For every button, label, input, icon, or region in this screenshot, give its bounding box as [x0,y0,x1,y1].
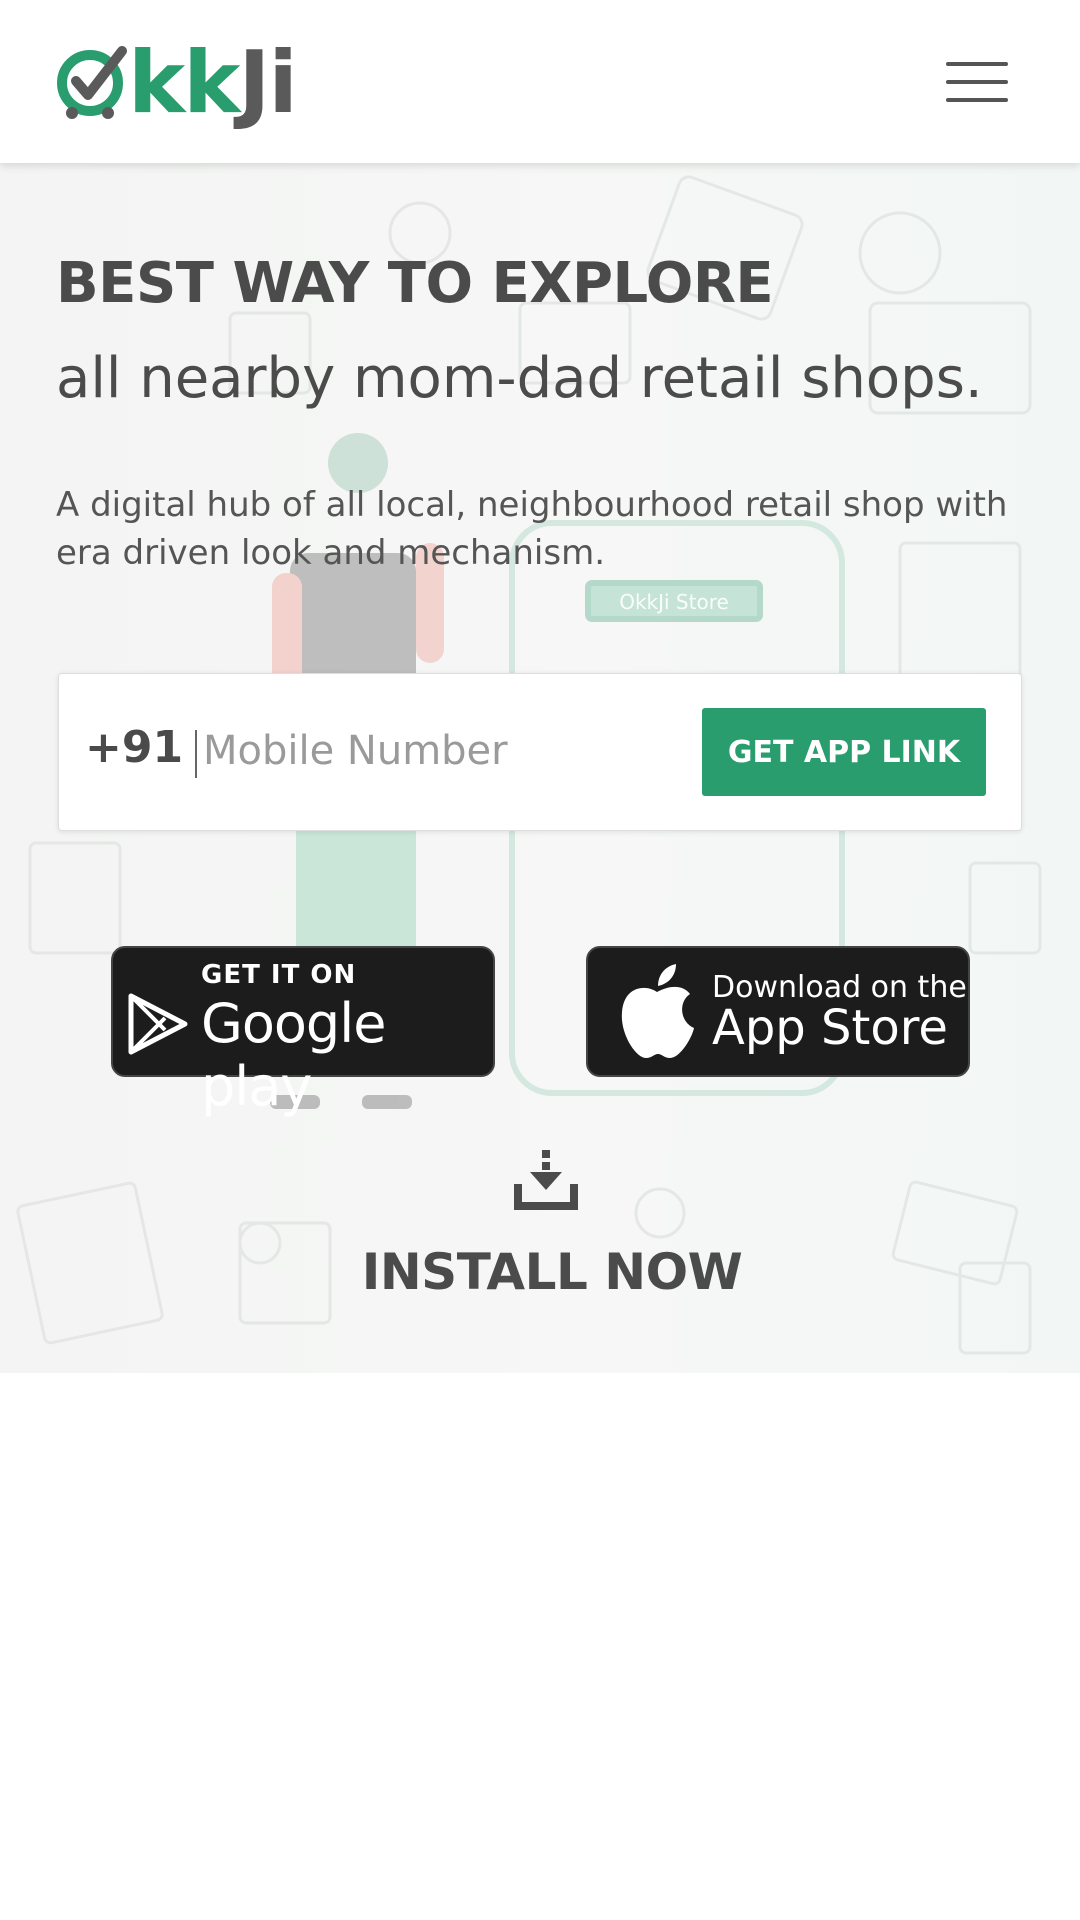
google-badge-small-text: GET IT ON [201,960,357,990]
download-icon[interactable] [514,1150,578,1214]
mobile-number-input[interactable] [203,716,703,786]
menu-line [946,62,1008,66]
google-badge-big-text: Google play [201,992,386,1118]
hero-headline: BEST WAY TO EXPLORE [56,251,774,316]
logo-check-icon [57,46,127,119]
hamburger-menu-icon[interactable] [944,58,1010,106]
get-app-link-button[interactable]: GET APP LINK [702,708,986,796]
install-now-label[interactable]: INSTALL NOW [0,1243,1080,1301]
site-header: kk Ji [0,0,1080,163]
logo-text-ji: Ji [238,33,298,133]
store-sign-text: OkkJi Store [619,590,729,614]
menu-line [946,80,1008,84]
app-store-badge[interactable]: Download on the App Store [586,946,970,1077]
apple-icon [614,962,700,1066]
google-play-badge[interactable]: GET IT ON Google play [111,946,495,1118]
apple-badge-big-text: App Store [712,1000,948,1056]
hero-description: A digital hub of all local, neighbourhoo… [56,485,1008,573]
country-code: +91 [85,722,184,773]
okkji-logo[interactable]: kk Ji [56,33,298,133]
menu-line [946,98,1008,102]
logo-text-kk: kk [128,33,240,133]
input-divider [195,730,197,778]
google-play-icon [127,992,189,1060]
hero-section: OkkJi Store BEST WAY TO EXPLORE all near… [0,163,1080,1373]
get-app-link-form: +91 GET APP LINK [58,673,1022,831]
hero-subheadline: all nearby mom-dad retail shops. [56,346,983,411]
